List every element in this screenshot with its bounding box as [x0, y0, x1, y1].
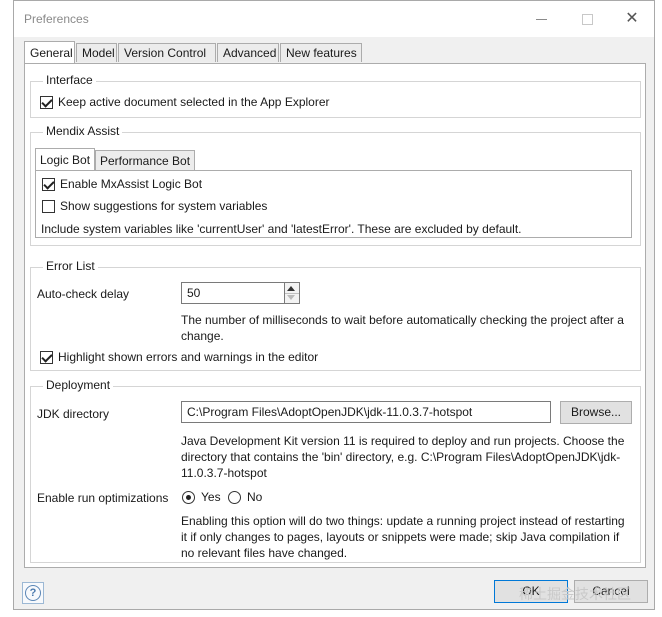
keep-active-checkbox[interactable] — [40, 96, 53, 109]
auto-check-delay-help: The number of milliseconds to wait befor… — [181, 313, 624, 343]
error-list-group-label: Error List — [43, 259, 98, 273]
enable-logic-bot-checkbox[interactable] — [42, 178, 55, 191]
title-bar: Preferences ✕ — [14, 1, 654, 37]
highlight-errors-label: Highlight shown errors and warnings in t… — [58, 350, 319, 364]
deployment-group-label: Deployment — [43, 378, 114, 392]
delay-spinner[interactable] — [284, 282, 300, 304]
close-button[interactable]: ✕ — [612, 7, 652, 31]
deployment-group: Deployment JDK directory C:\Program File… — [30, 378, 641, 563]
mendix-assist-group: Mendix Assist Logic Bot Performance Bot … — [30, 124, 641, 246]
jdk-directory-input[interactable]: C:\Program Files\AdoptOpenJDK\jdk-11.0.3… — [181, 401, 551, 423]
window-title: Preferences — [24, 12, 89, 26]
spin-down-icon[interactable] — [287, 295, 295, 300]
run-optimizations-yes-label: Yes — [201, 490, 221, 504]
run-optimizations-no-radio[interactable] — [228, 491, 241, 504]
run-optimizations-help: Enabling this option will do two things:… — [181, 514, 625, 560]
tab-advanced[interactable]: Advanced — [217, 43, 279, 62]
mendix-assist-group-label: Mendix Assist — [43, 124, 123, 138]
logic-bot-panel: Enable MxAssist Logic Bot Show suggestio… — [35, 170, 632, 238]
highlight-errors-checkbox[interactable] — [40, 351, 53, 364]
run-optimizations-yes-radio[interactable] — [182, 491, 195, 504]
close-icon: ✕ — [625, 10, 639, 27]
error-list-group: Error List Auto-check delay 50 The numbe… — [30, 259, 641, 371]
maximize-button[interactable] — [567, 7, 607, 31]
subtab-performance-bot[interactable]: Performance Bot — [95, 150, 195, 170]
watermark-text: 稀土掘金技术社区 — [519, 586, 631, 602]
minimize-button[interactable] — [522, 7, 562, 31]
interface-group-label: Interface — [43, 73, 96, 87]
jdk-directory-help: Java Development Kit version 11 is requi… — [181, 434, 625, 480]
general-tab-panel: Interface Keep active document selected … — [24, 63, 646, 568]
help-button[interactable]: ? — [22, 582, 44, 604]
interface-group: Interface Keep active document selected … — [30, 73, 641, 118]
maximize-icon — [582, 14, 593, 25]
enable-logic-bot-label: Enable MxAssist Logic Bot — [60, 177, 203, 191]
minimize-icon — [536, 19, 547, 20]
tab-model[interactable]: Model — [76, 43, 117, 62]
browse-button[interactable]: Browse... — [560, 401, 632, 424]
auto-check-delay-label: Auto-check delay — [37, 287, 130, 301]
tab-version-control[interactable]: Version Control — [118, 43, 216, 62]
tab-new-features[interactable]: New features — [280, 43, 362, 62]
auto-check-delay-input[interactable]: 50 — [181, 282, 285, 304]
run-optimizations-no-label: No — [247, 490, 263, 504]
tab-general[interactable]: General — [24, 41, 75, 63]
spin-up-icon[interactable] — [287, 286, 295, 291]
show-suggestions-checkbox[interactable] — [42, 200, 55, 213]
spin-divider — [285, 293, 299, 294]
jdk-directory-label: JDK directory — [37, 407, 110, 421]
show-suggestions-label: Show suggestions for system variables — [60, 199, 268, 213]
run-optimizations-label: Enable run optimizations — [37, 491, 169, 505]
subtab-logic-bot[interactable]: Logic Bot — [35, 148, 95, 170]
help-icon: ? — [25, 585, 41, 601]
preferences-dialog: Preferences ✕ General Model Version Cont… — [13, 0, 655, 610]
keep-active-label: Keep active document selected in the App… — [58, 95, 330, 109]
system-variables-note: Include system variables like 'currentUs… — [41, 222, 522, 236]
